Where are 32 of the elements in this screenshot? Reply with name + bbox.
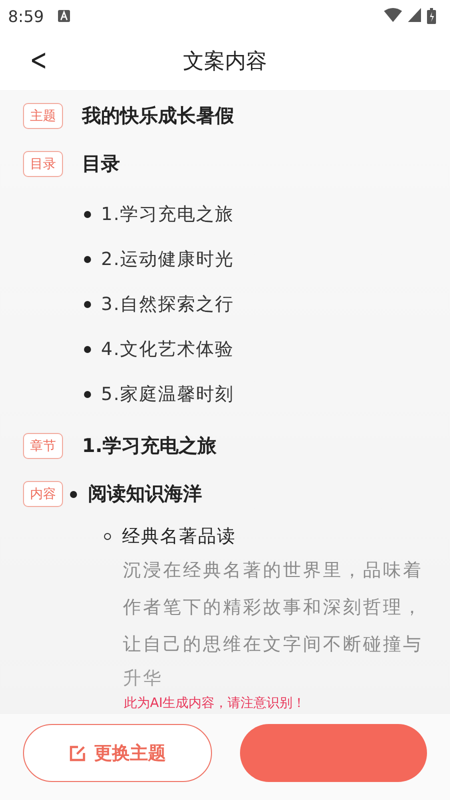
- edit-icon: [69, 744, 86, 762]
- faded-text: 升华: [123, 667, 164, 691]
- section-tag: 章节: [23, 433, 63, 459]
- bullet-icon: [84, 210, 91, 218]
- section-tag: 主题: [23, 103, 63, 129]
- notification-icon: [58, 10, 70, 22]
- page-title: 文案内容: [183, 48, 267, 75]
- bullet-icon: [84, 300, 91, 308]
- back-button[interactable]: <: [26, 44, 52, 78]
- signal-icon: [408, 8, 421, 22]
- section-heading: 阅读知识海洋: [88, 482, 202, 507]
- outline-item: 3.自然探索之行: [101, 293, 234, 316]
- outline-item: 2.运动健康时光: [101, 248, 234, 271]
- battery-icon: [427, 8, 436, 24]
- section-heading: 1.学习充电之旅: [82, 434, 216, 459]
- bullet-icon: [84, 390, 91, 398]
- circle-bullet-icon: [104, 532, 111, 540]
- paragraph: 沉浸在经典名著的世界里，品味着作者笔下的精彩故事和深刻哲理，让自己的思维在文字间不断碰撞与: [123, 559, 423, 657]
- wifi-icon: [384, 8, 402, 22]
- outline-item: 5.家庭温馨时刻: [101, 383, 234, 406]
- bullet-icon: [84, 346, 91, 352]
- section-tag: 内容: [23, 481, 63, 507]
- subheading: 经典名著品读: [122, 525, 236, 548]
- status-time: 8:59: [8, 6, 44, 26]
- outline-item: 1.学习充电之旅: [101, 203, 234, 226]
- outline-item: 4.文化艺术体验: [101, 338, 234, 361]
- section-heading: 我的快乐成长暑假: [82, 104, 234, 129]
- section-heading: 目录: [82, 152, 120, 177]
- ai-notice: 此为AI生成内容，请注意识别！: [124, 695, 306, 712]
- section-tag: 目录: [23, 151, 63, 177]
- bullet-icon: [84, 256, 91, 262]
- bullet-icon: [70, 490, 77, 498]
